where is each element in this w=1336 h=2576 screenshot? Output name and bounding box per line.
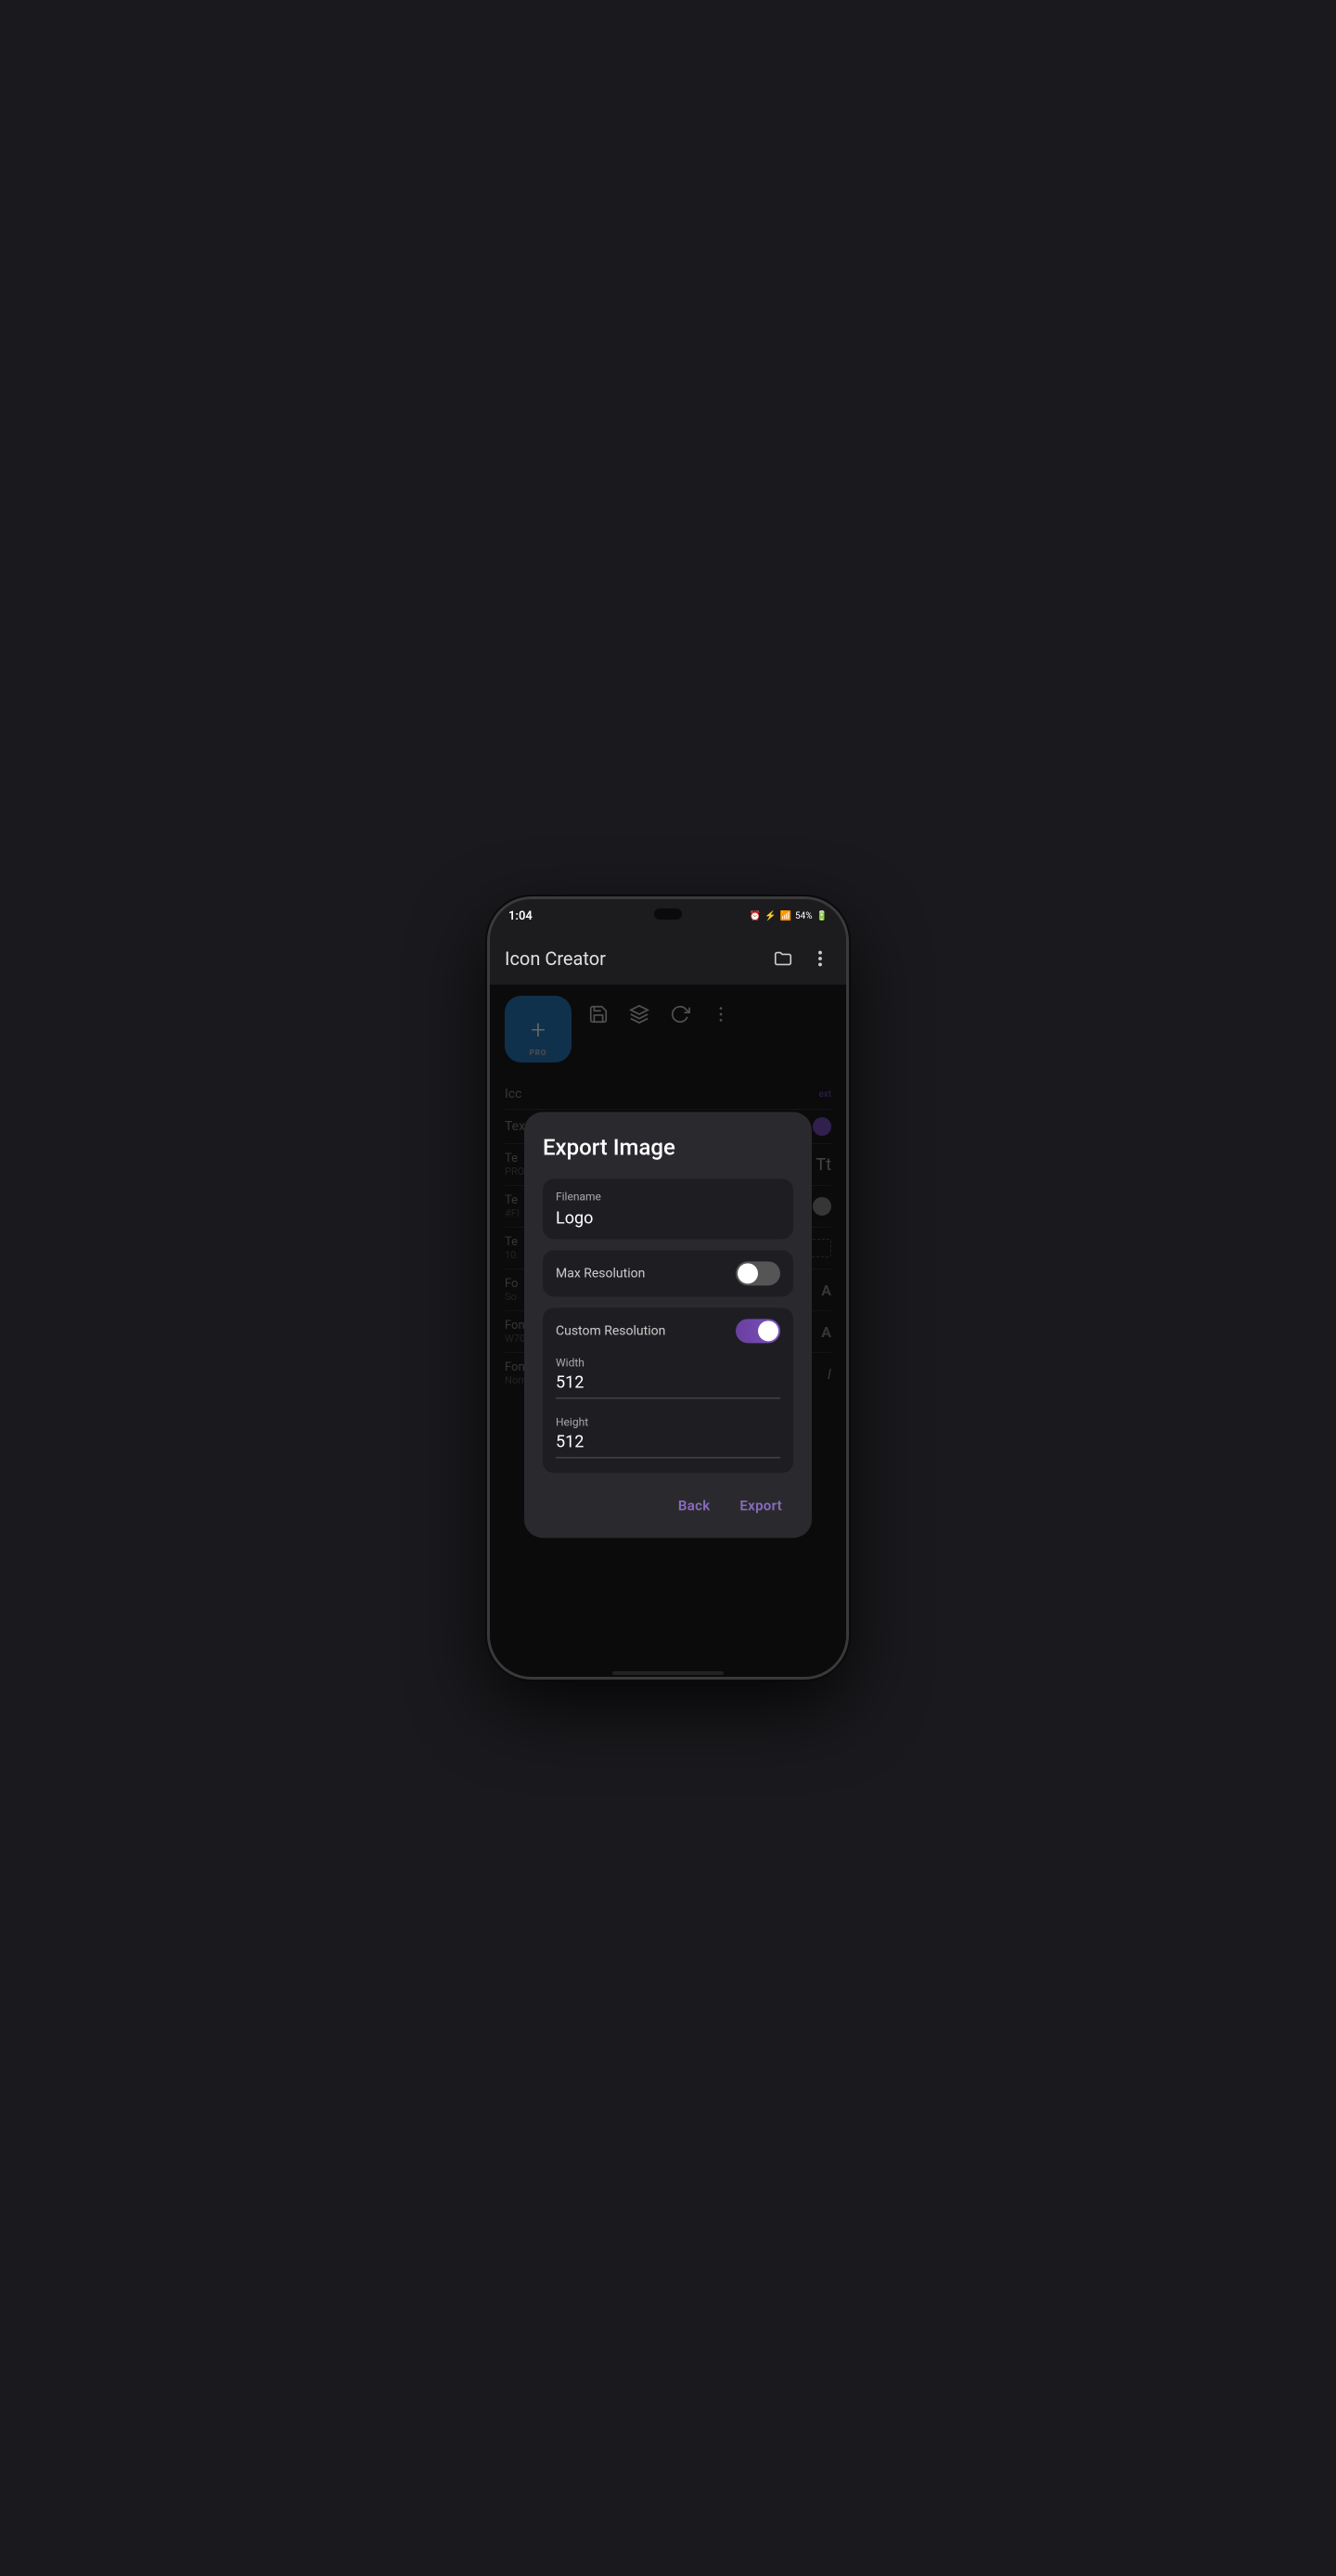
battery-icon: 🔋 [816,911,828,921]
battery-text: 54% [795,911,813,921]
max-resolution-label: Max Resolution [556,1266,645,1281]
bluetooth-icon: ⚡ [764,911,776,921]
notch [654,908,682,920]
width-input-group: Width 512 [556,1356,780,1398]
max-resolution-field: Max Resolution [543,1250,793,1296]
height-value[interactable]: 512 [556,1432,780,1458]
dialog-title: Export Image [543,1134,793,1160]
status-time: 1:04 [508,909,533,923]
input-spacer [556,1402,780,1415]
max-resolution-row: Max Resolution [556,1261,780,1285]
status-bar: 1:04 ⏰ ⚡ 📶 54% 🔋 [490,899,846,933]
filename-value[interactable]: Logo [556,1208,780,1228]
custom-resolution-label: Custom Resolution [556,1323,665,1338]
more-vertical-icon[interactable] [809,947,831,970]
toggle-thumb-max [738,1263,758,1283]
custom-resolution-toggle[interactable] [736,1319,780,1343]
content-area: + PRO Icc [490,985,846,1680]
filename-label: Filename [556,1190,780,1203]
status-icons: ⏰ ⚡ 📶 54% 🔋 [750,911,828,921]
dialog-actions: Back Export [543,1491,793,1519]
export-dialog: Export Image Filename Logo Max Resolutio… [524,1112,812,1538]
app-bar: Icon Creator [490,933,846,985]
custom-resolution-row: Custom Resolution [556,1319,780,1343]
back-button[interactable]: Back [671,1491,718,1519]
filename-field: Filename Logo [543,1179,793,1239]
width-value[interactable]: 512 [556,1372,780,1398]
folder-icon[interactable] [772,947,794,970]
export-button[interactable]: Export [732,1491,790,1519]
height-label: Height [556,1415,780,1428]
height-input-group: Height 512 [556,1415,780,1458]
resolution-section: Custom Resolution Width 512 Height 512 [543,1307,793,1473]
alarm-icon: ⏰ [750,911,761,921]
phone-frame: 1:04 ⏰ ⚡ 📶 54% 🔋 Icon Creator + [487,896,849,1680]
app-bar-icons [772,947,831,970]
app-title: Icon Creator [505,947,606,970]
max-resolution-toggle[interactable] [736,1261,780,1285]
signal-icon: 📶 [780,911,791,921]
width-label: Width [556,1356,780,1369]
toggle-thumb-custom [758,1320,778,1341]
